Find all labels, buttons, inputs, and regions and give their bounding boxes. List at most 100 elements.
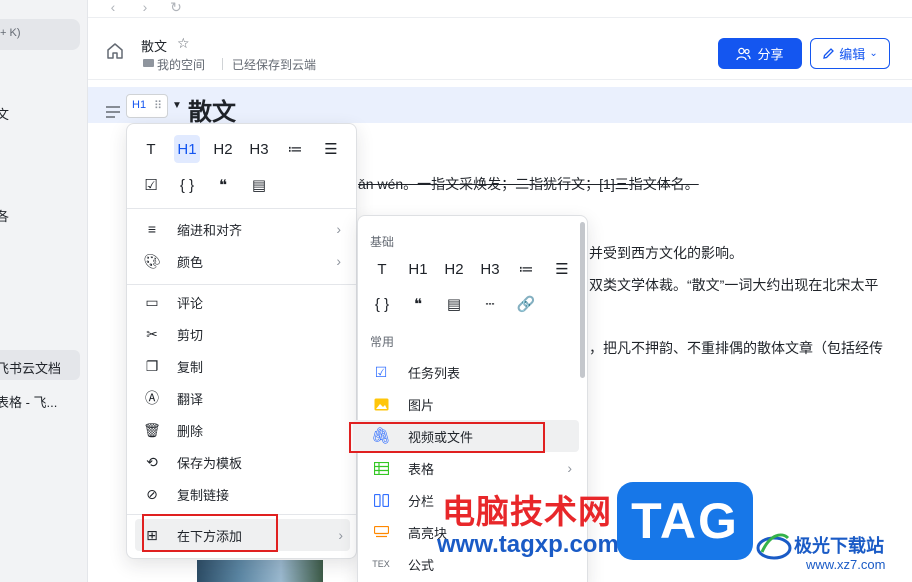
sidebar-item[interactable]: 各 [0,206,9,225]
sidebar-item-sheet[interactable]: 表格 - 飞... [0,392,57,411]
bullet-list-icon[interactable]: ☰ [313,135,349,163]
menu-item-label: 缩进和对齐 [177,222,243,238]
code-block-icon[interactable]: { } [364,290,400,318]
edit-mode-button[interactable]: 编辑 ⌄ [810,38,890,69]
code-block-icon[interactable]: { } [169,171,205,199]
menu-item-label: 颜色 [177,254,204,270]
sidebar-item[interactable]: 文 [0,104,9,123]
menu-item-table[interactable]: 表格 › [358,452,587,484]
divider [127,284,356,285]
annotation-box-video-file [349,422,545,453]
heading2-icon[interactable]: H2 [205,135,241,163]
users-icon [736,47,752,60]
menu-item-label: 表格 [408,461,435,477]
menu-item-copy[interactable]: ❐ 复制 [127,350,356,382]
search-shortcut-hint: + K) [0,27,21,39]
block-type-handle[interactable]: H1 ⠿ [126,94,168,118]
caret-down-icon[interactable]: ▼ [172,100,182,111]
template-icon: ⟲ [146,453,158,470]
menu-item-label: 图片 [408,397,435,413]
paragraph-line[interactable]: ，把凡不押韵、不重排偶的散体文章（包括经传 [589,338,883,358]
todo-icon[interactable]: ☑ [133,171,169,199]
bullet-list-icon[interactable]: ☰ [544,255,580,283]
menu-item-cut[interactable]: ✂ 剪切 [127,318,356,350]
menu-item-color[interactable]: 🎨︎ 颜色 › [127,245,356,277]
menu-item-label: 保存为模板 [177,455,243,471]
star-icon[interactable]: ☆ [177,35,190,52]
sidebar: + K) 文 各 飞书云文档 表格 - 飞... [0,0,88,582]
align-icon: ≡ [147,221,157,237]
chevron-right-icon: › [567,460,572,476]
format-toolbar-row1: T H1 H2 H3 ≔ ☰ [133,135,349,163]
menu-item-label: 评论 [177,295,204,311]
back-icon[interactable]: ‹ [105,0,121,16]
columns-icon [373,492,389,508]
heading-text[interactable]: 散文 [188,92,236,127]
heading3-icon[interactable]: H3 [472,255,508,283]
trash-icon: 🗑︎ [143,421,161,438]
doc-title[interactable]: 散文 [141,36,167,55]
share-label: 分享 [757,47,784,62]
chevron-right-icon: › [336,253,341,269]
menu-item-label: 翻译 [177,391,204,407]
menu-item-label: 任务列表 [408,365,461,381]
menu-item-image[interactable]: 图片 [358,388,587,420]
menu-item-translate[interactable]: Ⓐ 翻译 [127,382,356,414]
menu-item-label: 复制 [177,359,204,375]
menu-item-save-template[interactable]: ⟲ 保存为模板 [127,446,356,478]
doc-header: 散文 ☆ 我的空间 已经保存到云端 分享 编辑 ⌄ [88,18,912,80]
block-type-label: H1 [132,99,147,111]
section-label-common: 常用 [370,335,395,349]
drag-handle-icon[interactable]: ⠿ [154,99,162,112]
paragraph-line[interactable]: 并受到西方文化的影响。 [589,243,743,263]
basic-blocks-row1: T H1 H2 H3 ≔ ☰ [364,255,580,283]
breadcrumb-space[interactable]: 我的空间 [157,56,205,73]
highlight-icon [373,524,389,540]
heading2-icon[interactable]: H2 [436,255,472,283]
text-format-icon[interactable]: T [133,135,169,163]
image-icon [373,396,389,412]
menu-item-comment[interactable]: ▭ 评论 [127,286,356,318]
quote-icon[interactable]: ❝ [205,171,241,199]
quote-icon[interactable]: ❝ [400,290,436,318]
link-icon[interactable]: 🔗 [508,290,544,318]
menu-item-label: 剪切 [177,327,204,343]
menu-item-copy-link[interactable]: ⊘ 复制链接 [127,478,356,510]
doc-image[interactable] [197,560,323,582]
callout-icon[interactable]: ▤ [436,290,472,318]
reload-icon[interactable]: ↻ [168,0,184,16]
heading3-icon[interactable]: H3 [241,135,277,163]
paragraph-line[interactable]: 双类文学体裁。“散文”一词大约出现在北宋太平 [589,275,878,295]
ordered-list-icon[interactable]: ≔ [508,255,544,283]
basic-blocks-row2: { } ❝ ▤ ┄ 🔗 [364,290,544,318]
aurora-logo-icon [756,533,792,560]
share-button[interactable]: 分享 [718,38,802,69]
heading1-icon[interactable]: H1 [400,255,436,283]
text-format-icon[interactable]: T [364,255,400,283]
ordered-list-icon[interactable]: ≔ [277,135,313,163]
save-status: 已经保存到云端 [232,58,317,72]
outline-icon[interactable] [106,106,120,118]
divider [127,208,356,209]
sidebar-search[interactable]: + K) [0,19,80,50]
submenu-scrollbar[interactable] [580,222,585,378]
chevron-down-icon: ⌄ [869,48,878,59]
menu-item-delete[interactable]: 🗑︎ 删除 [127,414,356,446]
callout-icon[interactable]: ▤ [241,171,277,199]
divider-icon[interactable]: ┄ [472,290,508,318]
menu-item-indent-align[interactable]: ≡ 缩进和对齐 › [127,213,356,245]
table-icon [373,460,389,476]
block-context-menu: T H1 H2 H3 ≔ ☰ ☑ { } ❝ ▤ ≡ 缩进和对齐 › 🎨︎ 颜色… [126,123,357,559]
format-toolbar-row2: ☑ { } ❝ ▤ [133,171,277,199]
tag-logo: TAG [617,482,753,560]
watermark-site-url: www.tagxp.com [437,531,619,558]
forward-icon[interactable]: › [137,0,153,16]
menu-item-task-list[interactable]: ☑ 任务列表 [358,356,587,388]
palette-icon: 🎨︎ [143,252,161,269]
menu-item-label: 复制链接 [177,487,230,503]
sidebar-item-feishu-docs[interactable]: 飞书云文档 [0,358,61,377]
paragraph-line[interactable]: ǎn wén。一指文采焕发；二指犹行文；[1]三指文体名。 [358,174,699,194]
menu-item-label: 公式 [408,557,435,573]
home-icon[interactable] [106,42,124,60]
heading1-icon[interactable]: H1 [174,135,200,163]
